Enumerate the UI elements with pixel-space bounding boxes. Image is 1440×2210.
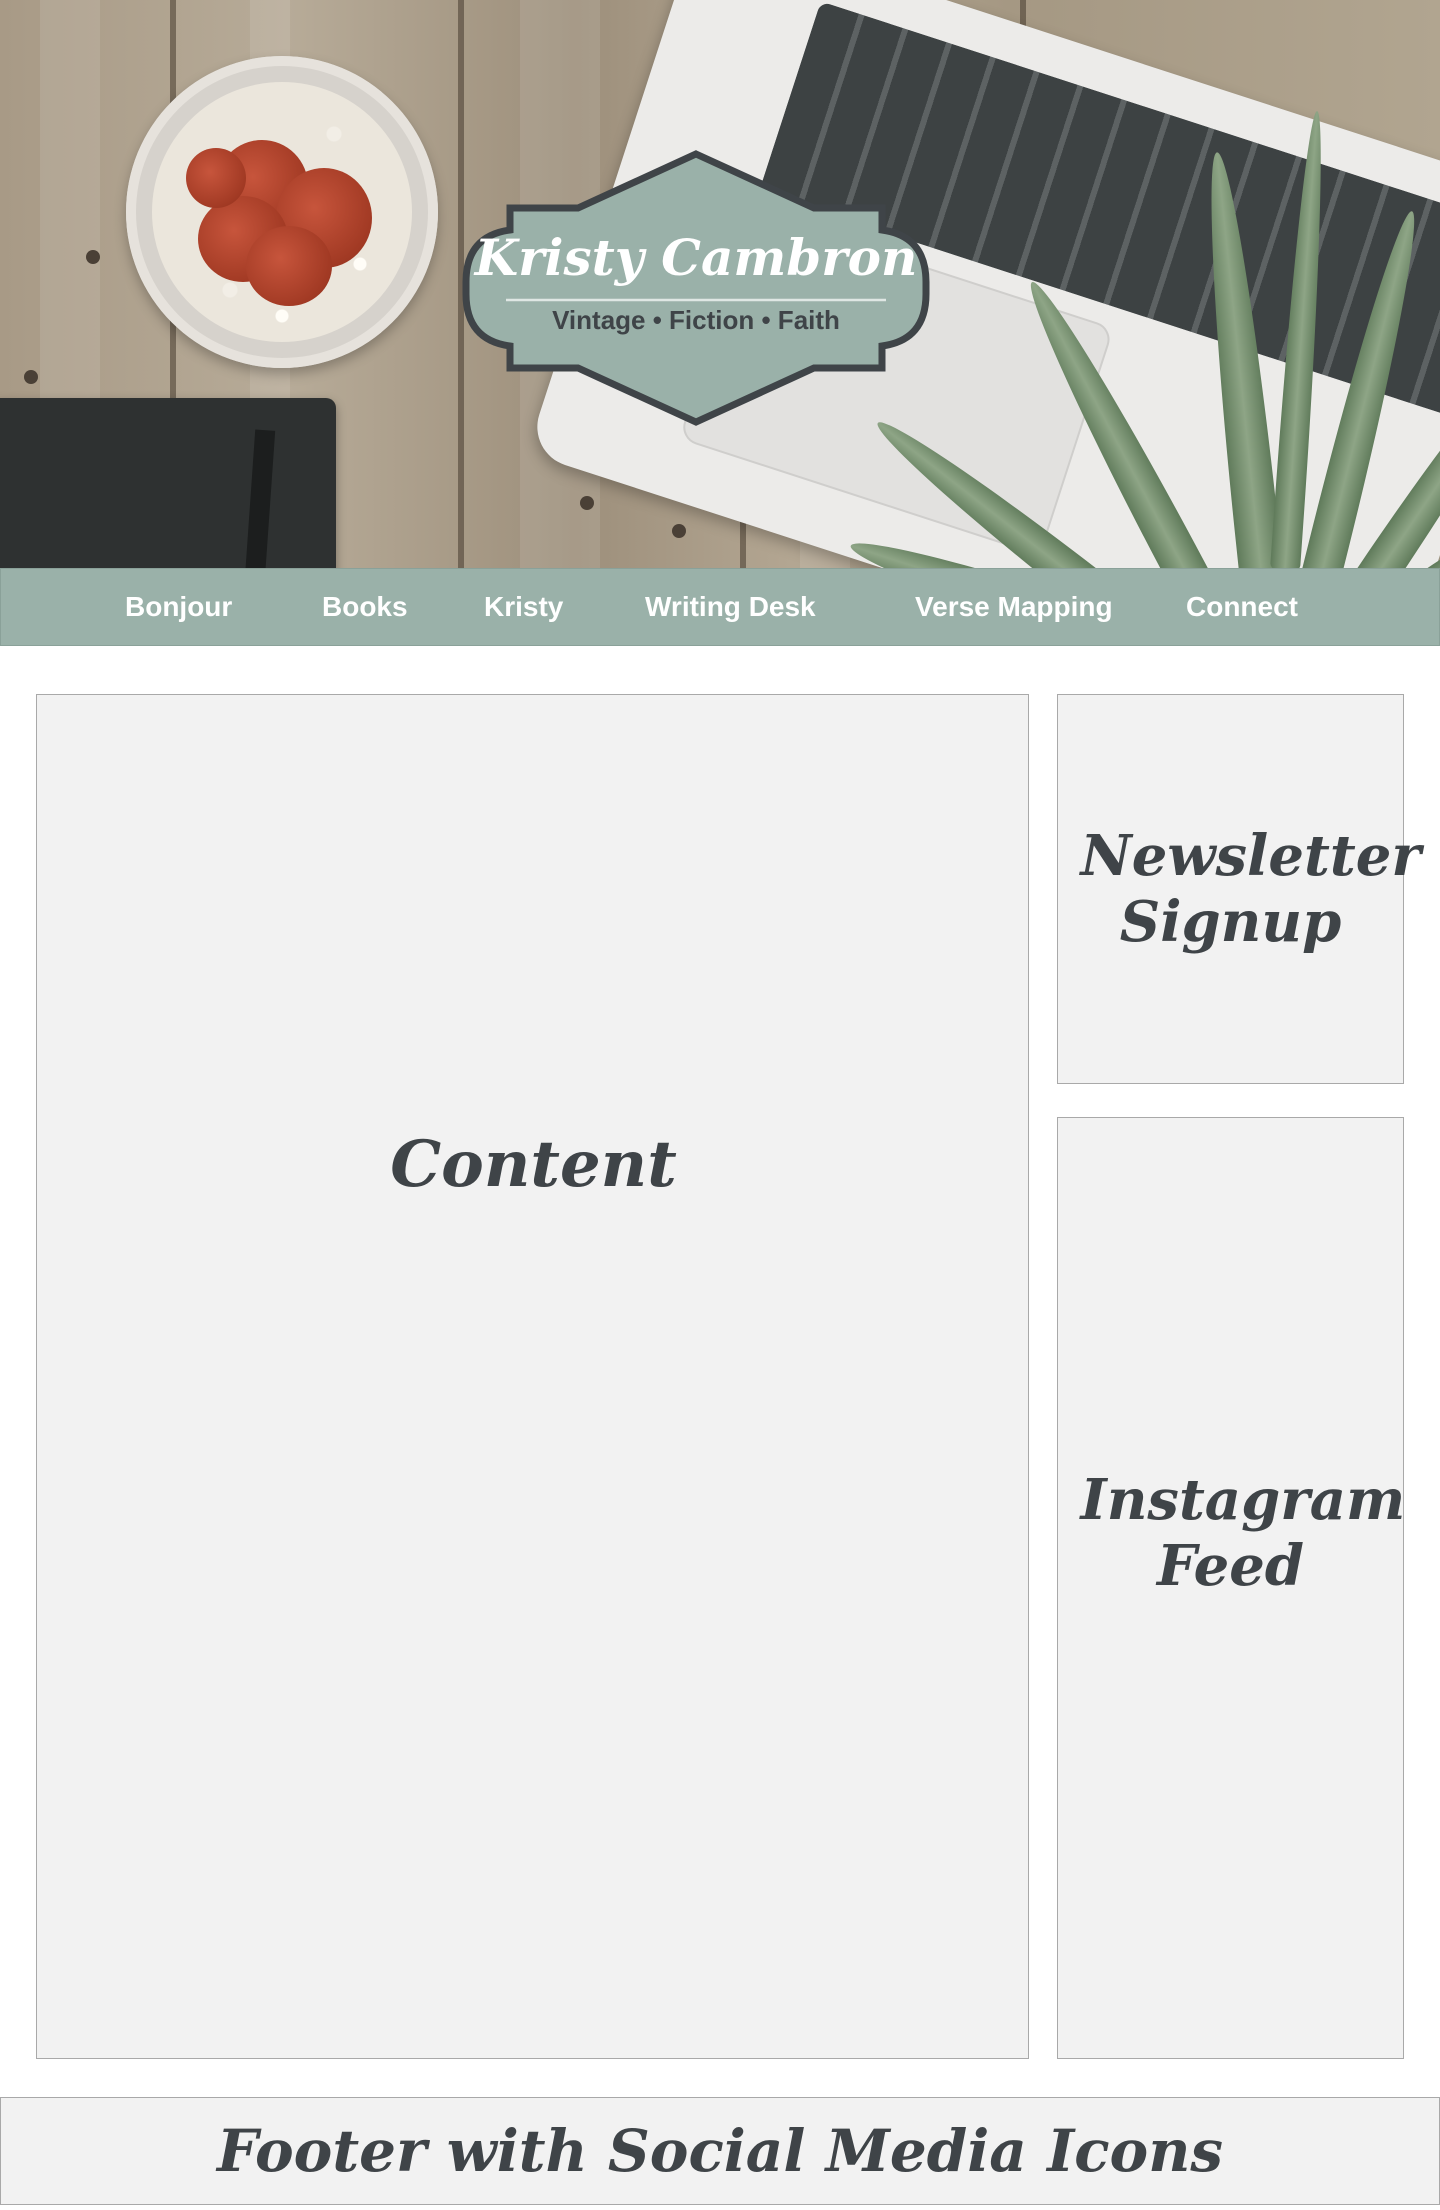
nav-item-kristy[interactable]: Kristy xyxy=(484,591,563,623)
nav-item-connect[interactable]: Connect xyxy=(1186,591,1298,623)
brand-title: Kristy Cambron xyxy=(474,228,918,287)
content-placeholder-label: Content xyxy=(390,1127,677,1202)
header-hero-image: Kristy Cambron Vintage • Fiction • Faith xyxy=(0,0,1440,570)
instagram-placeholder-label: Instagram Feed xyxy=(1080,1467,1406,1599)
badge-shape xyxy=(462,150,930,426)
cactus xyxy=(186,148,246,208)
nav-item-verse-mapping[interactable]: Verse Mapping xyxy=(915,591,1113,623)
instagram-feed-widget[interactable]: Instagram Feed xyxy=(1057,1117,1406,2059)
footer-placeholder-label: Footer with Social Media Icons xyxy=(216,2117,1224,2185)
wood-knot xyxy=(86,250,100,264)
notebook-image xyxy=(0,398,336,570)
wood-knot xyxy=(24,370,38,384)
nav-item-books[interactable]: Books xyxy=(322,591,408,623)
wood-knot xyxy=(580,496,594,510)
wood-knot xyxy=(672,524,686,538)
nav-item-bonjour[interactable]: Bonjour xyxy=(125,591,232,623)
content-area: Content xyxy=(36,694,1029,2059)
logo-badge[interactable]: Kristy Cambron Vintage • Fiction • Faith xyxy=(462,150,930,426)
newsletter-placeholder-label: Newsletter Signup xyxy=(1080,823,1421,955)
nav-item-writing-desk[interactable]: Writing Desk xyxy=(645,591,816,623)
newsletter-signup-widget[interactable]: Newsletter Signup xyxy=(1057,694,1421,1084)
cactus-planter-image xyxy=(126,56,438,368)
cactus xyxy=(246,226,332,306)
main-navigation: Bonjour Books Kristy Writing Desk Verse … xyxy=(0,568,1440,646)
brand-tagline: Vintage • Fiction • Faith xyxy=(552,305,840,335)
footer: Footer with Social Media Icons xyxy=(0,2097,1440,2205)
